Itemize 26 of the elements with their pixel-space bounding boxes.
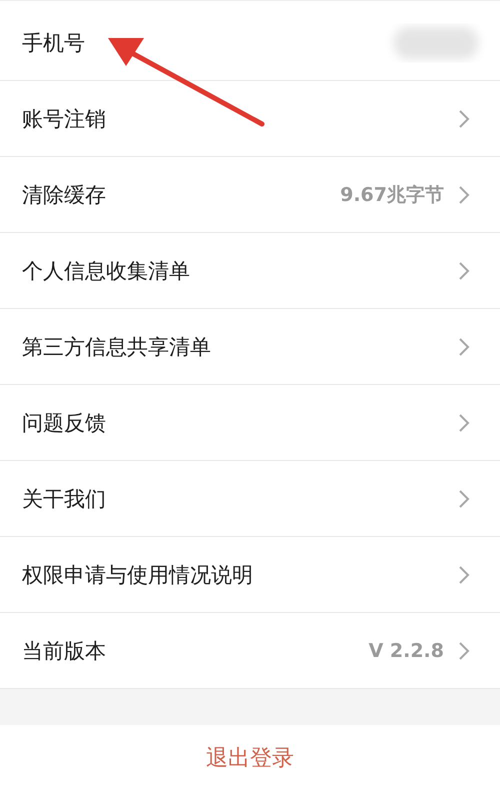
settings-item[interactable]: 账号注销 (0, 81, 500, 157)
item-label: 清除缓存 (22, 182, 106, 208)
item-label: 问题反馈 (22, 410, 106, 436)
settings-item[interactable]: 问题反馈 (0, 385, 500, 461)
settings-item[interactable]: 关干我们 (0, 461, 500, 537)
settings-item[interactable]: 权限申请与使用情况说明 (0, 537, 500, 613)
chevron-icon (458, 108, 470, 128)
settings-item[interactable]: 个人信息收集清单 (0, 233, 500, 309)
chevron-icon (458, 336, 470, 356)
chevron-icon (458, 640, 470, 660)
item-label: 权限申请与使用情况说明 (22, 562, 253, 588)
item-label: 关干我们 (22, 486, 106, 512)
item-label: 当前版本 (22, 638, 106, 664)
settings-item[interactable]: 第三方信息共享清单 (0, 309, 500, 385)
item-label: 账号注销 (22, 106, 106, 132)
settings-item[interactable]: 清除缓存 9.67兆字节 (0, 157, 500, 233)
item-value: V 2.2.8 (368, 640, 444, 662)
chevron-icon (458, 488, 470, 508)
item-label: 个人信息收集清单 (22, 258, 190, 284)
item-value: 9.67兆字节 (340, 182, 444, 208)
chevron-icon (458, 412, 470, 432)
item-label: 手机号 (22, 30, 85, 56)
item-label: 第三方信息共享清单 (22, 334, 211, 360)
chevron-icon (458, 260, 470, 280)
chevron-icon (458, 564, 470, 584)
chevron-icon (458, 184, 470, 204)
